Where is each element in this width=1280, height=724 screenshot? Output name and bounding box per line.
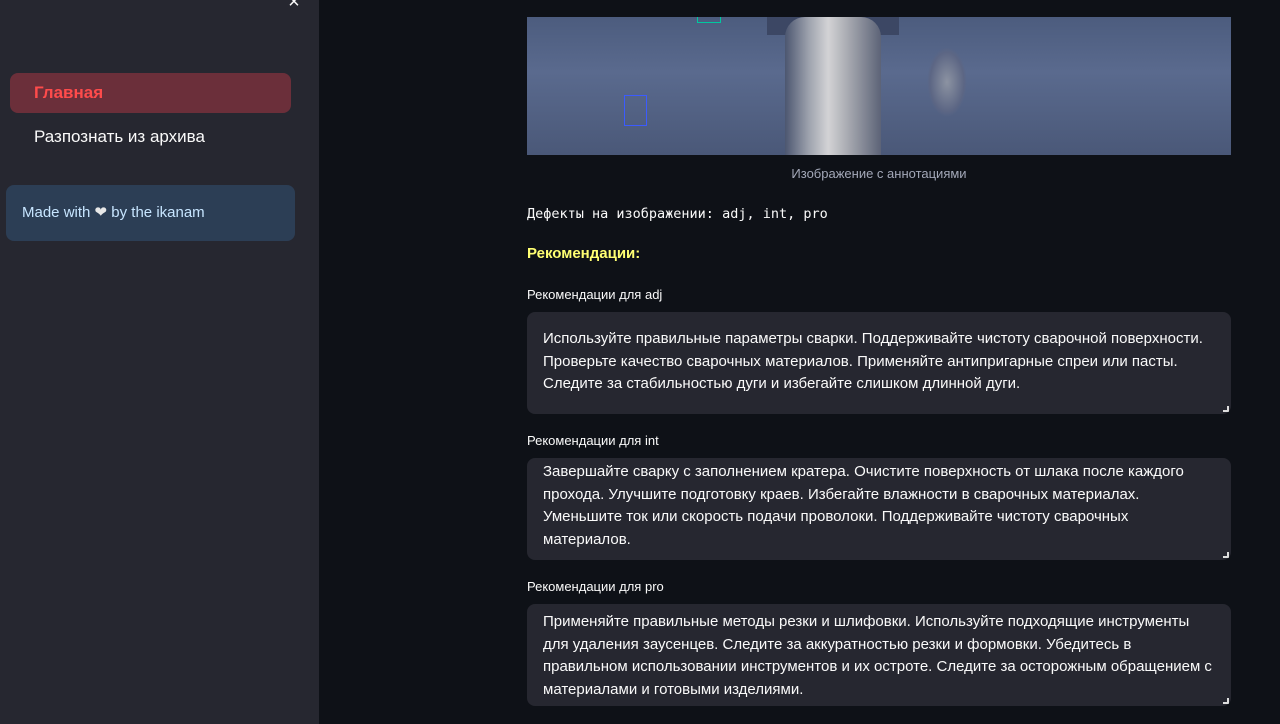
- sidebar: × Главная Разпознать из архива Made with…: [0, 0, 319, 724]
- recommendation-textarea-adj[interactable]: Используйте правильные параметры сварки.…: [527, 312, 1231, 414]
- recommendation-textarea-int[interactable]: Завершайте сварку с заполнением кратера.…: [527, 458, 1231, 560]
- resize-handle-icon[interactable]: [1223, 698, 1229, 704]
- weld-spatter: [927, 47, 967, 117]
- annotation-box-adj: [624, 95, 647, 126]
- info-prefix: Made with: [22, 204, 95, 221]
- annotated-weld-image: [527, 17, 1231, 155]
- made-with-info-box: Made with ❤ by the ikanam: [6, 185, 295, 241]
- heart-icon: ❤: [94, 204, 108, 221]
- defects-text: Дефекты на изображении: adj, int, pro: [527, 206, 828, 222]
- recommendation-label-pro: Рекомендации для pro: [527, 579, 664, 594]
- close-sidebar-icon[interactable]: ×: [284, 0, 304, 12]
- nav-item-archive[interactable]: Разпознать из архива: [10, 117, 291, 157]
- resize-handle-icon[interactable]: [1223, 552, 1229, 558]
- annotation-box-int: [697, 17, 721, 23]
- weld-seam: [785, 17, 881, 155]
- recommendation-label-adj: Рекомендации для adj: [527, 287, 663, 302]
- nav-item-home[interactable]: Главная: [10, 73, 291, 113]
- recommendation-label-int: Рекомендации для int: [527, 433, 659, 448]
- resize-handle-icon[interactable]: [1223, 406, 1229, 412]
- recommendation-text-pro: Применяйте правильные методы резки и шли…: [543, 613, 1212, 698]
- info-suffix: by the ikanam: [107, 204, 205, 221]
- main-content: Изображение с аннотациями Дефекты на изо…: [319, 0, 1280, 724]
- image-caption: Изображение с аннотациями: [791, 166, 967, 181]
- recommendations-heading: Рекомендации:: [527, 245, 641, 262]
- recommendation-text-int: Завершайте сварку с заполнением кратера.…: [543, 463, 1184, 548]
- recommendation-text-adj: Используйте правильные параметры сварки.…: [543, 330, 1203, 392]
- recommendation-textarea-pro[interactable]: Применяйте правильные методы резки и шли…: [527, 604, 1231, 706]
